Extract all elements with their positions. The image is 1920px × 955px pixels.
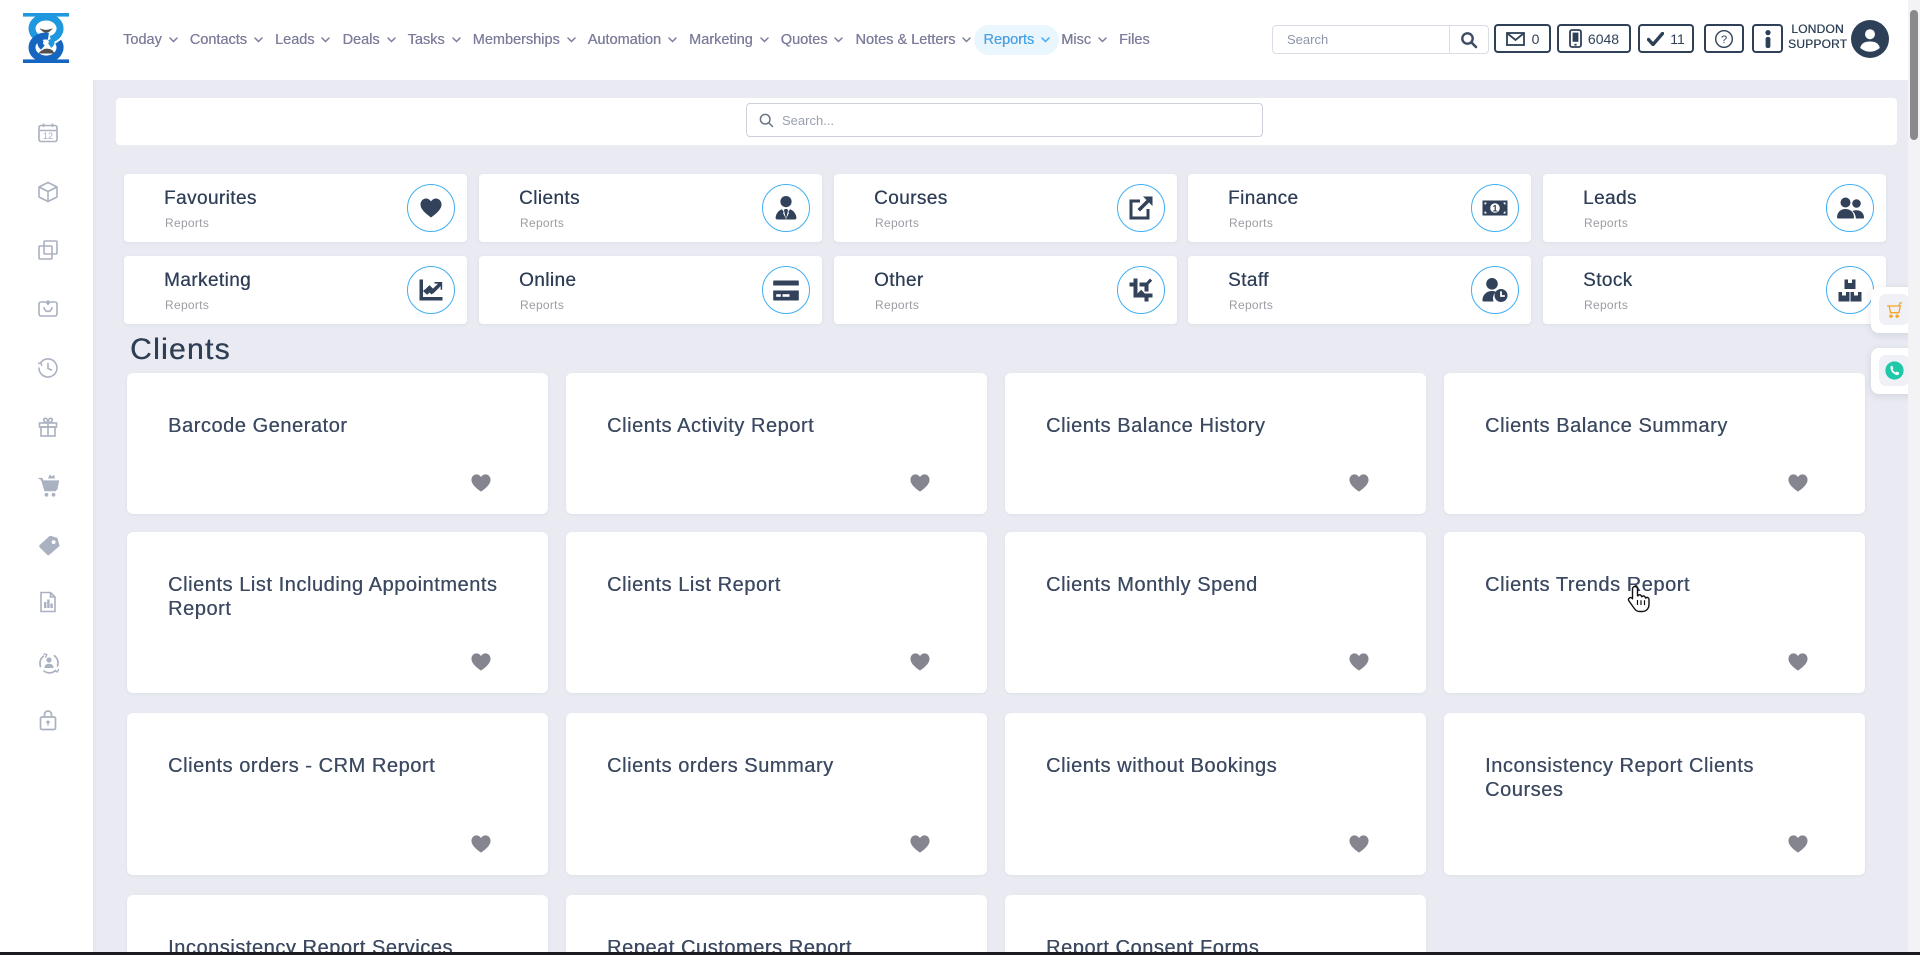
svg-text:12: 12 [43,131,53,141]
svg-text:1: 1 [1492,203,1497,213]
svg-text:?: ? [1721,34,1727,46]
